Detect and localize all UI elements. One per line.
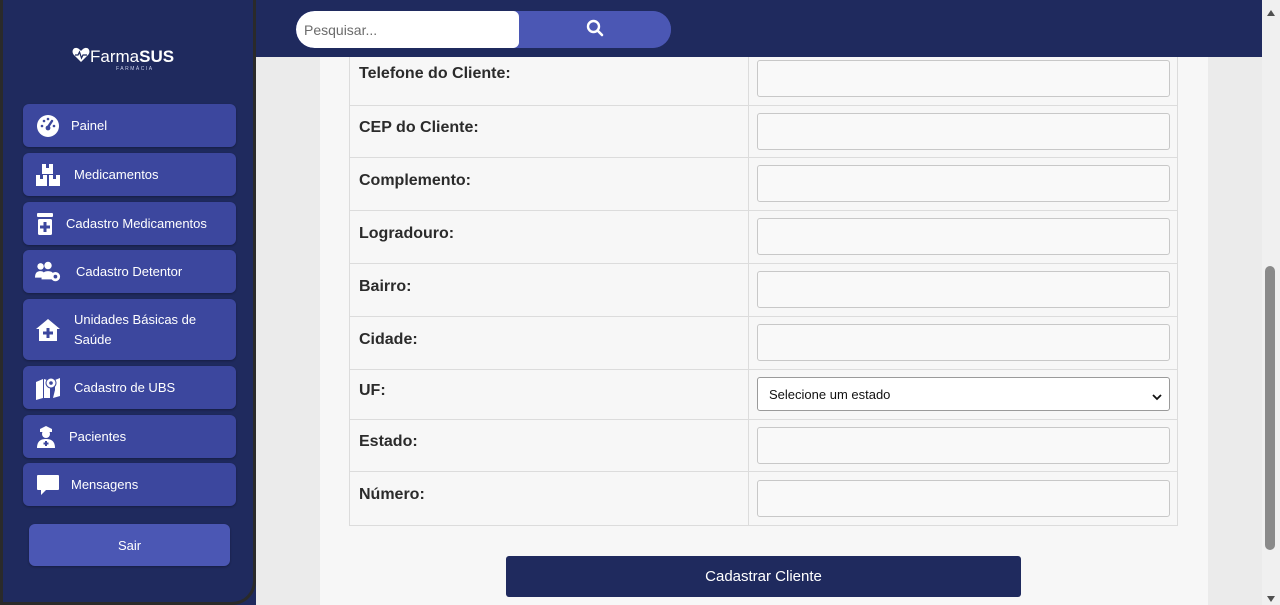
field-label: CEP do Cliente: (359, 119, 479, 136)
sidebar-item-pacientes[interactable]: Pacientes (23, 415, 236, 458)
scroll-down-icon[interactable] (1266, 590, 1276, 605)
cep-field[interactable] (757, 113, 1170, 150)
search-input[interactable] (296, 11, 519, 48)
field-label: Número: (359, 486, 425, 503)
sidebar-item-unidades-basicas[interactable]: Unidades Básicas de Saúde (23, 299, 236, 360)
row-divider (748, 106, 749, 157)
row-divider (748, 211, 749, 263)
logradouro-field[interactable] (757, 218, 1170, 255)
sidebar-item-label: Mensagens (71, 476, 139, 492)
sidebar-item-label: Cadastro de UBS (74, 379, 176, 395)
form-row-cep: CEP do Cliente: (349, 106, 1178, 158)
scroll-up-icon[interactable] (1266, 4, 1276, 22)
sidebar-item-mensagens[interactable]: Mensagens (23, 463, 236, 506)
form-row-logradouro: Logradouro: (349, 211, 1178, 264)
boxes-icon (35, 162, 61, 188)
search-bar (296, 11, 671, 48)
field-label: Bairro: (359, 278, 412, 295)
uf-select-value: Selecione um estado (769, 386, 891, 402)
form-row-estado: Estado: (349, 420, 1178, 472)
field-label: Complemento: (359, 172, 471, 189)
sidebar-item-label: Cadastro Medicamentos (66, 215, 207, 231)
logout-label: Sair (117, 537, 142, 553)
brand-name: FarmaSUS (90, 47, 175, 66)
search-icon (586, 19, 604, 40)
form-row-uf: UF: Selecione um estado (349, 370, 1178, 420)
message-icon (35, 472, 61, 498)
house-medical-icon (35, 317, 61, 343)
uf-select[interactable]: Selecione um estado (757, 377, 1170, 411)
brand-subtitle: FARMÁCIA (116, 66, 154, 72)
cidade-field[interactable] (757, 324, 1170, 361)
users-gear-icon (35, 259, 61, 285)
heart-pulse-icon (72, 47, 90, 68)
row-divider (748, 317, 749, 369)
cadastrar-cliente-button[interactable]: Cadastrar Cliente (506, 556, 1021, 597)
submit-label: Cadastrar Cliente (705, 568, 822, 585)
numero-field[interactable] (757, 480, 1170, 517)
form-row-complemento: Complemento: (349, 158, 1178, 211)
row-divider (748, 158, 749, 210)
row-divider (748, 472, 749, 525)
sidebar-item-label: Pacientes (69, 428, 127, 444)
form-row-bairro: Bairro: (349, 264, 1178, 317)
search-button[interactable] (519, 11, 671, 48)
form-row-cidade: Cidade: (349, 317, 1178, 370)
pill-bottle-icon (32, 211, 58, 237)
sidebar-item-cadastro-detentor[interactable]: Cadastro Detentor (23, 250, 236, 293)
sidebar-item-label: Painel (71, 117, 108, 133)
brand-logo: FarmaSUS FARMÁCIA (72, 45, 182, 73)
field-label: UF: (359, 382, 386, 399)
sidebar-item-cadastro-ubs[interactable]: Cadastro de UBS (23, 366, 236, 409)
row-divider (748, 264, 749, 316)
sidebar-item-medicamentos[interactable]: Medicamentos (23, 153, 236, 196)
map-location-icon (35, 375, 61, 401)
row-divider (748, 420, 749, 471)
sidebar-item-label: Cadastro Detentor (76, 263, 183, 279)
row-divider (748, 370, 749, 419)
chevron-down-icon (1152, 389, 1162, 404)
complemento-field[interactable] (757, 165, 1170, 202)
form-row-telefone: Telefone do Cliente: (349, 57, 1178, 106)
scrollbar-thumb[interactable] (1265, 266, 1275, 550)
logout-button[interactable]: Sair (29, 524, 230, 566)
field-label: Estado: (359, 433, 418, 450)
bairro-field[interactable] (757, 271, 1170, 308)
field-label: Cidade: (359, 331, 418, 348)
estado-field[interactable] (757, 427, 1170, 464)
sidebar-item-label: Unidades Básicas de Saúde (74, 311, 197, 347)
sidebar-item-label: Medicamentos (74, 166, 159, 182)
form-row-numero: Número: (349, 472, 1178, 526)
dashboard-gauge-icon (35, 113, 61, 139)
telefone-field[interactable] (757, 60, 1170, 97)
user-nurse-icon (33, 424, 59, 450)
sidebar-item-painel[interactable]: Painel (23, 104, 236, 147)
row-divider (748, 57, 749, 105)
sidebar-item-cadastro-medicamentos[interactable]: Cadastro Medicamentos (23, 202, 236, 245)
field-label: Logradouro: (359, 225, 455, 242)
field-label: Telefone do Cliente: (359, 65, 511, 82)
